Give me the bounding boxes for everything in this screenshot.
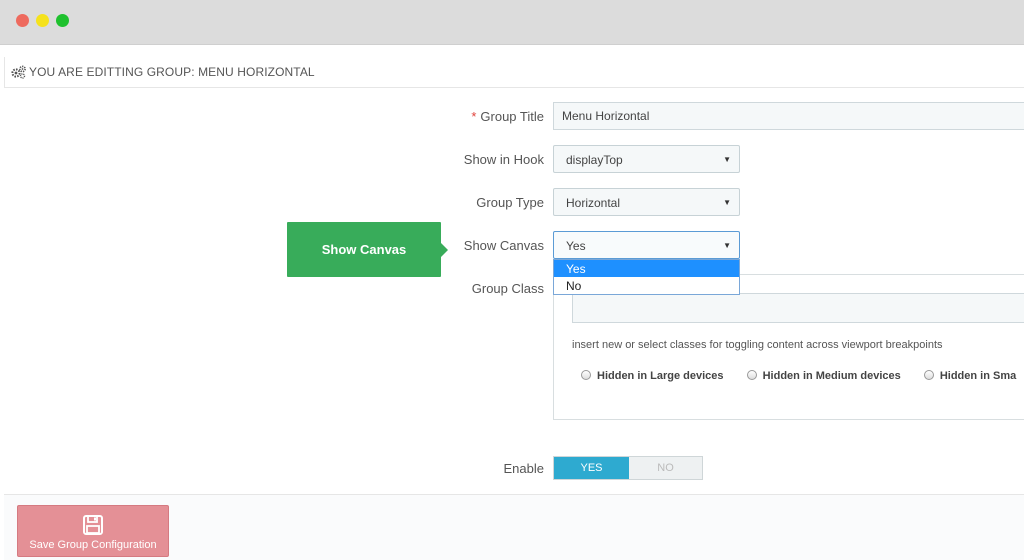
window-titlebar	[0, 0, 1024, 44]
chevron-down-icon: ▼	[723, 198, 731, 207]
group-edit-panel: YOU ARE EDITTING GROUP: MENU HORIZONTAL …	[0, 44, 1024, 560]
hidden-large-option[interactable]: Hidden in Large devices	[581, 370, 724, 382]
close-window-button[interactable]	[16, 14, 29, 27]
group-class-input[interactable]	[572, 293, 1024, 323]
panel-footer: Save Group Configuration	[4, 494, 1024, 560]
group-title-input[interactable]: Menu Horizontal	[553, 102, 1024, 130]
show-canvas-callout: Show Canvas	[287, 222, 448, 277]
show-canvas-dropdown: Yes No	[553, 259, 740, 295]
hidden-small-option[interactable]: Hidden in Sma	[923, 370, 1017, 382]
save-button-label: Save Group Configuration	[29, 539, 157, 551]
show-in-hook-select[interactable]: displayTop ▼	[553, 145, 740, 173]
gears-icon	[11, 65, 26, 79]
chevron-down-icon: ▼	[723, 241, 731, 250]
group-class-box: insert new or select classes for togglin…	[553, 274, 1024, 420]
group-class-label: Group Class	[471, 281, 544, 296]
radio-icon[interactable]	[746, 370, 757, 380]
radio-icon[interactable]	[923, 370, 934, 380]
show-canvas-value: Yes	[566, 239, 586, 253]
hidden-large-label: Hidden in Large devices	[597, 370, 724, 382]
hidden-medium-label: Hidden in Medium devices	[762, 370, 901, 382]
required-mark: *	[471, 109, 477, 124]
group-type-select[interactable]: Horizontal ▼	[553, 188, 740, 216]
maximize-window-button[interactable]	[56, 14, 69, 27]
save-group-configuration-button[interactable]: Save Group Configuration	[17, 505, 169, 557]
show-in-hook-value: displayTop	[566, 153, 623, 167]
group-type-value: Horizontal	[566, 196, 621, 210]
show-canvas-select[interactable]: Yes ▼	[553, 231, 740, 259]
radio-icon[interactable]	[581, 370, 591, 380]
group-class-help: insert new or select classes for togglin…	[572, 339, 943, 351]
enable-no-option[interactable]: NO	[629, 457, 702, 479]
enable-label: Enable	[503, 461, 544, 476]
group-type-label: Group Type	[476, 195, 544, 210]
panel-heading: YOU ARE EDITTING GROUP: MENU HORIZONTAL	[4, 57, 1024, 88]
enable-yes-option[interactable]: YES	[554, 457, 629, 479]
show-canvas-label: Show Canvas	[463, 238, 544, 253]
group-class-options: Hidden in Large devices Hidden in Medium…	[581, 370, 1024, 382]
show-canvas-option-no[interactable]: No	[554, 277, 739, 294]
hidden-small-label: Hidden in Sma	[939, 370, 1017, 382]
group-title-label-text: Group Title	[480, 109, 544, 124]
show-canvas-option-yes[interactable]: Yes	[554, 260, 739, 277]
enable-toggle[interactable]: YES NO	[553, 456, 703, 480]
show-in-hook-label: Show in Hook	[463, 152, 544, 167]
floppy-disk-icon	[83, 515, 103, 535]
chevron-down-icon: ▼	[723, 155, 731, 164]
hidden-medium-option[interactable]: Hidden in Medium devices	[746, 370, 901, 382]
panel-heading-title: YOU ARE EDITTING GROUP: MENU HORIZONTAL	[29, 65, 315, 79]
minimize-window-button[interactable]	[36, 14, 49, 27]
group-title-label: * Group Title	[471, 109, 544, 124]
